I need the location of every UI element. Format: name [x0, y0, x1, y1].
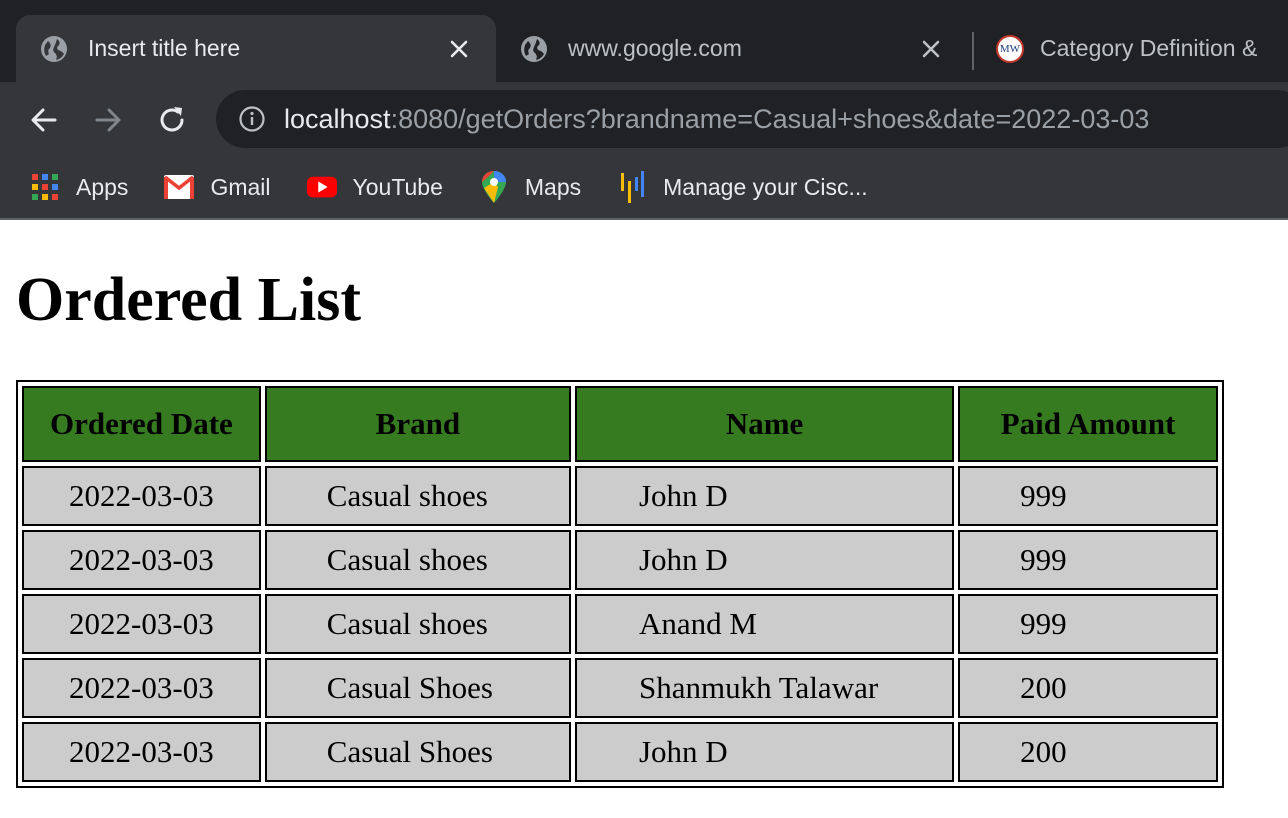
cell-name: John D	[574, 722, 955, 782]
apps-grid-icon	[30, 172, 60, 202]
cell-brand: Casual Shoes	[264, 658, 571, 718]
tab-strip: Insert title here www.google.com MW Cate…	[0, 0, 1288, 82]
cell-ordered-date: 2022-03-03	[22, 658, 261, 718]
cell-name: John D	[574, 466, 955, 526]
cell-brand: Casual shoes	[264, 530, 571, 590]
youtube-icon	[306, 172, 337, 202]
cell-ordered-date: 2022-03-03	[22, 594, 261, 654]
globe-icon	[521, 35, 547, 62]
tab-google[interactable]: www.google.com	[508, 15, 968, 82]
bookmark-youtube[interactable]: YouTube	[306, 172, 443, 202]
cell-brand: Casual shoes	[264, 594, 571, 654]
bookmark-apps[interactable]: Apps	[30, 172, 128, 202]
tab-title: www.google.com	[568, 35, 742, 61]
close-icon[interactable]	[914, 32, 948, 66]
bookmark-label: Gmail	[210, 173, 271, 200]
globe-icon	[41, 35, 67, 62]
tab-insert-title[interactable]: Insert title here	[16, 15, 496, 82]
tab-separator	[972, 32, 974, 70]
url-host: localhost	[284, 103, 391, 134]
bookmark-gmail[interactable]: Gmail	[164, 172, 271, 202]
browser-chrome: Insert title here www.google.com MW Cate…	[0, 0, 1288, 220]
url-path: :8080/getOrders?brandname=Casual+shoes&d…	[390, 103, 1150, 134]
cell-brand: Casual shoes	[264, 466, 571, 526]
tab-category-definition[interactable]: MW Category Definition &	[980, 15, 1288, 82]
cell-ordered-date: 2022-03-03	[22, 530, 261, 590]
cell-ordered-date: 2022-03-03	[22, 466, 261, 526]
cell-brand: Casual Shoes	[264, 722, 571, 782]
column-header-ordered-date: Ordered Date	[22, 386, 261, 462]
reload-icon[interactable]	[152, 100, 192, 140]
cell-paid-amount: 200	[958, 658, 1218, 718]
page-content: Ordered List Ordered Date Brand Name Pai…	[0, 220, 1288, 788]
cisco-bars-icon	[617, 171, 647, 203]
tab-title: Category Definition &	[1040, 35, 1258, 61]
table-row: 2022-03-03 Casual Shoes John D 200	[22, 722, 1218, 782]
cell-ordered-date: 2022-03-03	[22, 722, 261, 782]
mw-logo-icon: MW	[996, 34, 1024, 63]
bookmark-cisco[interactable]: Manage your Cisc...	[617, 171, 868, 203]
bookmark-label: Manage your Cisc...	[663, 173, 868, 200]
address-bar[interactable]: localhost:8080/getOrders?brandname=Casua…	[216, 90, 1288, 148]
column-header-brand: Brand	[264, 386, 571, 462]
table-row: 2022-03-03 Casual shoes Anand M 999	[22, 594, 1218, 654]
browser-toolbar: localhost:8080/getOrders?brandname=Casua…	[0, 82, 1288, 156]
forward-arrow-icon[interactable]	[88, 100, 128, 140]
cell-paid-amount: 200	[958, 722, 1218, 782]
cell-paid-amount: 999	[958, 466, 1218, 526]
bookmark-label: Apps	[76, 173, 129, 200]
bookmark-maps[interactable]: Maps	[479, 171, 582, 203]
column-header-paid-amount: Paid Amount	[958, 386, 1218, 462]
tab-title: Insert title here	[88, 35, 241, 61]
cell-name: Anand M	[574, 594, 955, 654]
bookmark-label: YouTube	[352, 173, 443, 200]
column-header-name: Name	[574, 386, 955, 462]
table-row: 2022-03-03 Casual shoes John D 999	[22, 530, 1218, 590]
bookmarks-bar: Apps Gmail YouTube Maps Manage your Cisc…	[0, 156, 1288, 218]
cell-name: Shanmukh Talawar	[574, 658, 955, 718]
info-icon[interactable]	[238, 105, 266, 133]
back-arrow-icon[interactable]	[24, 100, 64, 140]
table-row: 2022-03-03 Casual Shoes Shanmukh Talawar…	[22, 658, 1218, 718]
cell-paid-amount: 999	[958, 594, 1218, 654]
close-icon[interactable]	[442, 32, 476, 66]
page-title: Ordered List	[16, 266, 361, 334]
cell-paid-amount: 999	[958, 530, 1218, 590]
cell-name: John D	[574, 530, 955, 590]
orders-table: Ordered Date Brand Name Paid Amount 2022…	[16, 380, 1224, 788]
table-row: 2022-03-03 Casual shoes John D 999	[22, 466, 1218, 526]
bookmark-label: Maps	[524, 173, 582, 200]
table-header-row: Ordered Date Brand Name Paid Amount	[22, 386, 1218, 462]
maps-pin-icon	[479, 171, 509, 203]
gmail-icon	[164, 172, 195, 202]
